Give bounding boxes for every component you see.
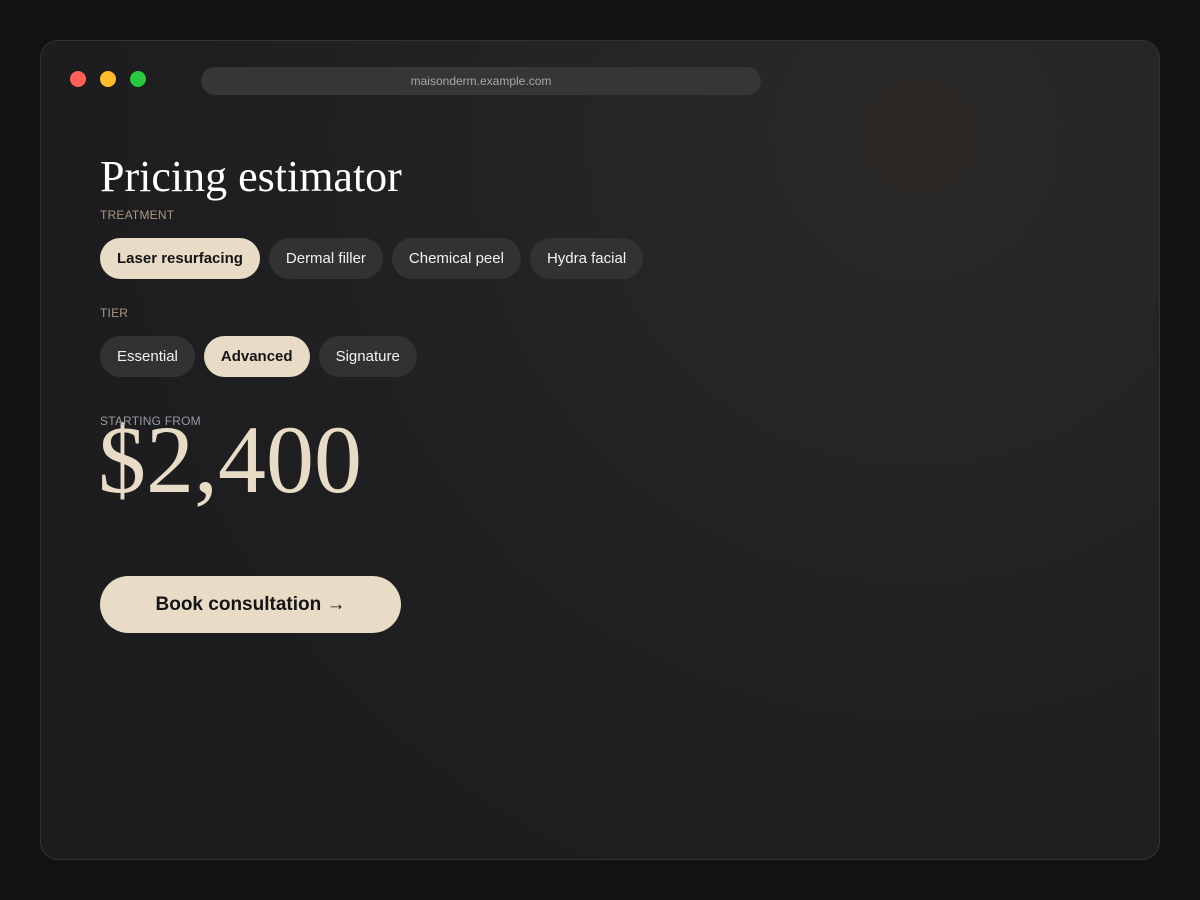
- treatment-option-dermal-filler[interactable]: Dermal filler: [268, 238, 383, 279]
- treatment-label: TREATMENT: [100, 208, 175, 222]
- tier-option-advanced[interactable]: Advanced: [203, 336, 310, 377]
- page-title: Pricing estimator: [100, 152, 402, 201]
- tier-options: Essential Advanced Signature: [100, 336, 417, 377]
- starting-from-label: STARTING FROM: [100, 414, 201, 428]
- treatment-option-laser-resurfacing[interactable]: Laser resurfacing: [100, 238, 260, 279]
- treatment-option-hydra-facial[interactable]: Hydra facial: [529, 238, 644, 279]
- minimize-window-button[interactable]: [100, 71, 116, 87]
- treatment-option-chemical-peel[interactable]: Chemical peel: [391, 238, 521, 279]
- address-bar[interactable]: maisonderm.example.com: [201, 67, 761, 95]
- treatment-options: Laser resurfacing Dermal filler Chemical…: [100, 238, 644, 279]
- tier-option-signature[interactable]: Signature: [318, 336, 417, 377]
- book-consultation-button[interactable]: Book consultation →: [100, 576, 401, 633]
- maximize-window-button[interactable]: [130, 71, 146, 87]
- tier-option-essential[interactable]: Essential: [100, 336, 195, 377]
- close-window-button[interactable]: [70, 71, 86, 87]
- browser-window: maisonderm.example.com Pricing estimator…: [40, 40, 1160, 860]
- tier-label: TIER: [100, 306, 129, 320]
